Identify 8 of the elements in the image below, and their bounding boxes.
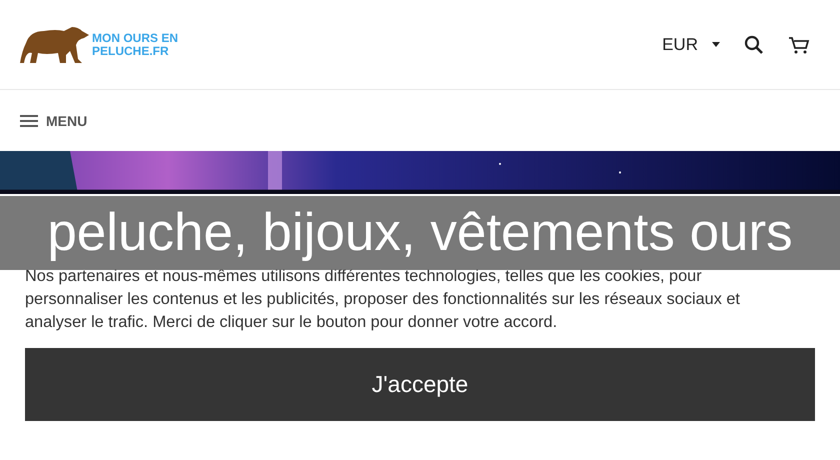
overlay-banner: peluche, bijoux, vêtements ours <box>0 196 840 270</box>
currency-dropdown[interactable]: EUR <box>662 34 720 54</box>
menu-button[interactable]: MENU <box>20 112 88 128</box>
search-icon[interactable] <box>744 34 764 54</box>
cart-icon[interactable] <box>788 36 810 54</box>
caret-icon <box>712 42 720 47</box>
menu-icon <box>20 114 38 128</box>
accept-button[interactable]: J'accepte <box>25 348 815 421</box>
